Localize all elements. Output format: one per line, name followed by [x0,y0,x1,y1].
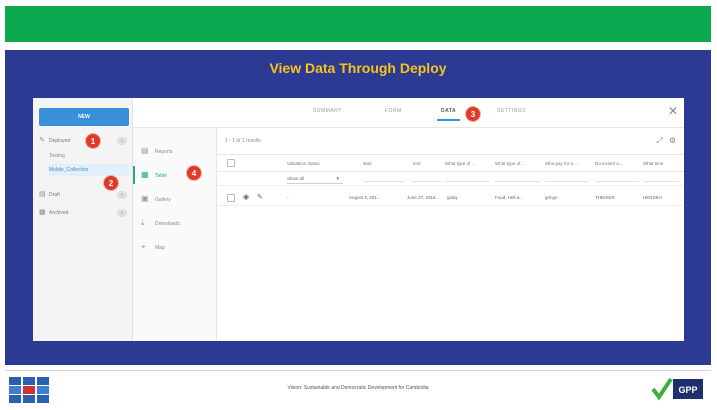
nav-subitem-testing[interactable]: Testing [49,150,129,162]
gear-icon[interactable]: ⚙ [669,136,676,145]
nav-item-draft[interactable]: ▤ Draft 0 [39,188,131,202]
left-sidebar: NEW ✎ Deployed 1 Testing Mobile_Collectio… [33,98,133,341]
gpp-logo: GPP [651,377,703,401]
subnav-label: Map [155,245,165,251]
table-row[interactable]: ◉ ✎ - August 3, 201... June 27, 2016... … [217,190,684,206]
expand-icon[interactable]: ⤢ [656,136,662,145]
tab-settings[interactable]: SETTINGS [497,108,526,114]
subnav-downloads[interactable]: ⤓ Downloads [141,214,215,232]
tab-data[interactable]: DATA [436,108,461,121]
column-header[interactable]: start [363,155,403,173]
footer: Vision: Sustainable and Democratic Devel… [5,370,711,406]
tab-form[interactable]: FORM [385,108,402,114]
subnav-gallery[interactable]: ▣ Gallery [141,190,215,208]
footer-vision-text: Vision: Sustainable and Democratic Devel… [287,385,429,391]
top-banner [5,6,711,42]
subnav-table[interactable]: ▦ Table [133,166,215,184]
table-header-row: Validation status start end What type of… [217,154,684,172]
pencil-icon: ✎ [39,137,45,144]
step-badge-4: 4 [186,165,202,181]
table-cell: HERSEH [643,195,662,200]
validation-filter-select[interactable]: Show all ▾ [287,174,343,184]
column-header[interactable]: Validation status [287,155,343,173]
table-cell: - [287,195,289,200]
nav-subitem-mobile-collection[interactable]: Mobile_Collection [49,164,129,176]
results-count: 1 - 1 of 1 results [225,138,261,144]
table-tools: ⤢ ⚙ [650,136,676,146]
gallery-icon: ▣ [141,194,149,203]
subnav-label: Reports [155,149,173,155]
filter-value: Show all [287,176,305,181]
download-icon: ⤓ [141,218,145,227]
close-icon[interactable]: ✕ [668,104,678,118]
column-header[interactable]: Who pay for a ... [545,155,593,173]
slide-title: View Data Through Deploy [269,60,447,76]
count-badge: 0 [117,209,127,217]
data-subnav: ▤ Reports ▦ Table ▣ Gallery ⤓ Downloads ⌖ Map [133,128,217,341]
column-header[interactable]: What type of ... [495,155,543,173]
slide: View Data Through Deploy NEW ✎ Deployed 1… [0,0,717,410]
tab-summary[interactable]: SUMMARY [313,108,342,114]
step-badge-2: 2 [103,175,119,191]
filter-input[interactable] [595,176,639,182]
table-cell: giday [447,195,458,200]
subnav-reports[interactable]: ▤ Reports [141,142,215,160]
step-badge-1: 1 [85,133,101,149]
count-badge: 0 [117,191,127,199]
subnav-label: Gallery [155,197,171,203]
edit-icon[interactable]: ✎ [257,190,267,206]
archive-icon: ▦ [39,209,46,216]
chevron-down-icon: ▾ [336,176,339,182]
reports-icon: ▤ [141,146,149,155]
filter-input[interactable] [545,176,589,182]
table-cell: Food, Hell a... [495,195,524,200]
nav-label: Archived [49,210,69,216]
filter-input[interactable] [643,176,679,182]
nav-item-archived[interactable]: ▦ Archived 0 [39,206,131,220]
column-header[interactable]: Do invited a... [595,155,641,173]
row-checkbox[interactable] [227,194,235,202]
subnav-map[interactable]: ⌖ Map [141,238,215,256]
column-header[interactable]: What type of ... [445,155,493,173]
tabs-bar: SUMMARY FORM DATA SETTINGS ✕ [133,98,684,128]
file-icon: ▤ [39,191,46,198]
subnav-label: Downloads [155,221,180,227]
content-panel: View Data Through Deploy NEW ✎ Deployed 1… [5,50,711,365]
column-header[interactable]: end [413,155,449,173]
deploy-app-window: NEW ✎ Deployed 1 Testing Mobile_Collectio… [33,98,684,341]
table-cell: August 3, 201... [349,195,381,200]
filter-input[interactable] [445,176,489,182]
select-all-checkbox[interactable] [227,159,235,167]
table-icon: ▦ [141,170,149,179]
eye-icon[interactable]: ◉ [243,190,253,206]
map-icon: ⌖ [141,242,146,251]
gpp-label: GPP [678,385,697,395]
table-cell: gringo [545,195,558,200]
filter-row: Show all ▾ [217,172,684,186]
nav-label: Draft [49,192,60,198]
nav-label: Deployed [49,138,71,144]
filter-input[interactable] [363,176,403,182]
table-cell: June 27, 2016... [407,195,440,200]
table-cell: THEHIER [595,195,615,200]
new-button[interactable]: NEW [39,108,129,126]
count-badge: 1 [117,137,127,145]
column-header[interactable]: What time [643,155,683,173]
step-badge-3: 3 [465,106,481,122]
filter-input[interactable] [413,176,441,182]
subnav-label: Table [155,173,167,179]
filter-input[interactable] [495,176,539,182]
data-table: 1 - 1 of 1 results ⤢ ⚙ Validation status … [217,128,684,341]
